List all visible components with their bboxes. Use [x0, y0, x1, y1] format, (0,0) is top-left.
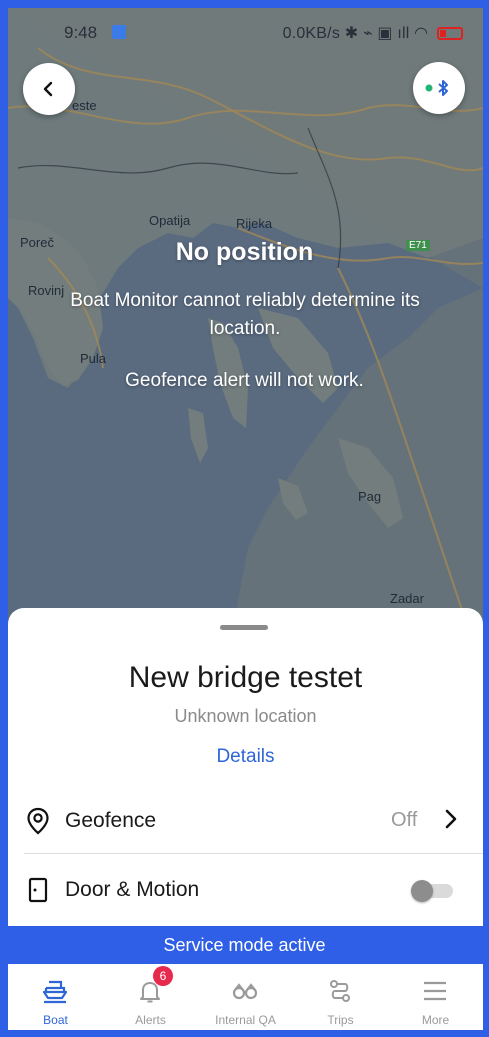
door-motion-label: Door & Motion [65, 878, 200, 901]
nav-label-alerts: Alerts [135, 1013, 166, 1027]
status-bar: 9:48 0.0KB/s ✱ ⌁ ▣ ıll ◠ [8, 8, 483, 54]
map-label: Zadar [390, 591, 424, 606]
nav-label-trips: Trips [327, 1013, 354, 1027]
nav-item-trips[interactable]: Trips [293, 964, 388, 1030]
battery-icon [437, 27, 463, 41]
status-icons: ✱ ⌁ ▣ ıll ◠ [344, 25, 429, 42]
boat-location: Unknown location [174, 706, 317, 726]
geofence-warning: Geofence alert will not work. [125, 370, 364, 391]
boat-name: New bridge testet [128, 661, 363, 694]
map-label: este [72, 98, 97, 113]
geofence-row[interactable]: Geofence Off [8, 793, 483, 849]
map-label: Pula [80, 351, 107, 366]
bottom-navigation: Boat Alerts 6 Internal QA Trips More [8, 964, 483, 1030]
map-label: Pag [358, 489, 382, 504]
door-motion-row[interactable]: Door & Motion [8, 862, 483, 918]
status-time: 9:48 [64, 23, 98, 42]
geofence-value: Off [391, 809, 418, 831]
map-label: Opatija [149, 213, 191, 228]
app-frame: este Opatija Rijeka Poreč Rovinj Pula Pa… [0, 0, 489, 1037]
no-position-title: No position [175, 238, 314, 266]
nav-item-alerts[interactable]: Alerts [103, 964, 198, 1030]
door-icon [28, 877, 48, 903]
nav-item-boat[interactable]: Boat [8, 964, 103, 1030]
geofence-label: Geofence [65, 809, 157, 832]
back-button[interactable] [23, 63, 75, 115]
binoculars-icon [232, 983, 258, 1000]
network-speed: 0.0KB/s [282, 25, 341, 42]
boat-bottom-sheet[interactable]: New bridge testet Unknown location Detai… [8, 608, 483, 926]
menu-icon [424, 981, 446, 1001]
bluetooth-status-button[interactable] [413, 62, 465, 114]
details-link[interactable]: Details [8, 746, 483, 768]
nav-label-internal-qa: Internal QA [215, 1013, 276, 1027]
status-indicators: 0.0KB/s ✱ ⌁ ▣ ıll ◠ [283, 23, 463, 43]
boat-icon [42, 980, 68, 1004]
nav-label-boat: Boat [43, 1013, 68, 1027]
map-label: Rijeka [236, 216, 273, 231]
sheet-drag-handle[interactable] [220, 625, 268, 630]
notification-icon [112, 25, 126, 39]
chevron-right-icon [445, 809, 457, 829]
route-icon [330, 980, 350, 1002]
location-pin-icon [27, 807, 49, 835]
no-position-message: Boat Monitor cannot reliably determine i… [70, 290, 420, 339]
divider [24, 853, 483, 854]
alerts-badge: 6 [153, 966, 173, 986]
chevron-left-icon [43, 81, 53, 97]
door-motion-toggle[interactable] [411, 880, 453, 902]
nav-item-more[interactable]: More [388, 964, 483, 1030]
nav-item-internal-qa[interactable]: Internal QA [198, 964, 293, 1030]
bluetooth-icon [425, 80, 448, 96]
service-mode-banner: Service mode active [0, 926, 489, 964]
nav-label-more: More [421, 1013, 450, 1027]
toggle-knob [411, 880, 433, 902]
